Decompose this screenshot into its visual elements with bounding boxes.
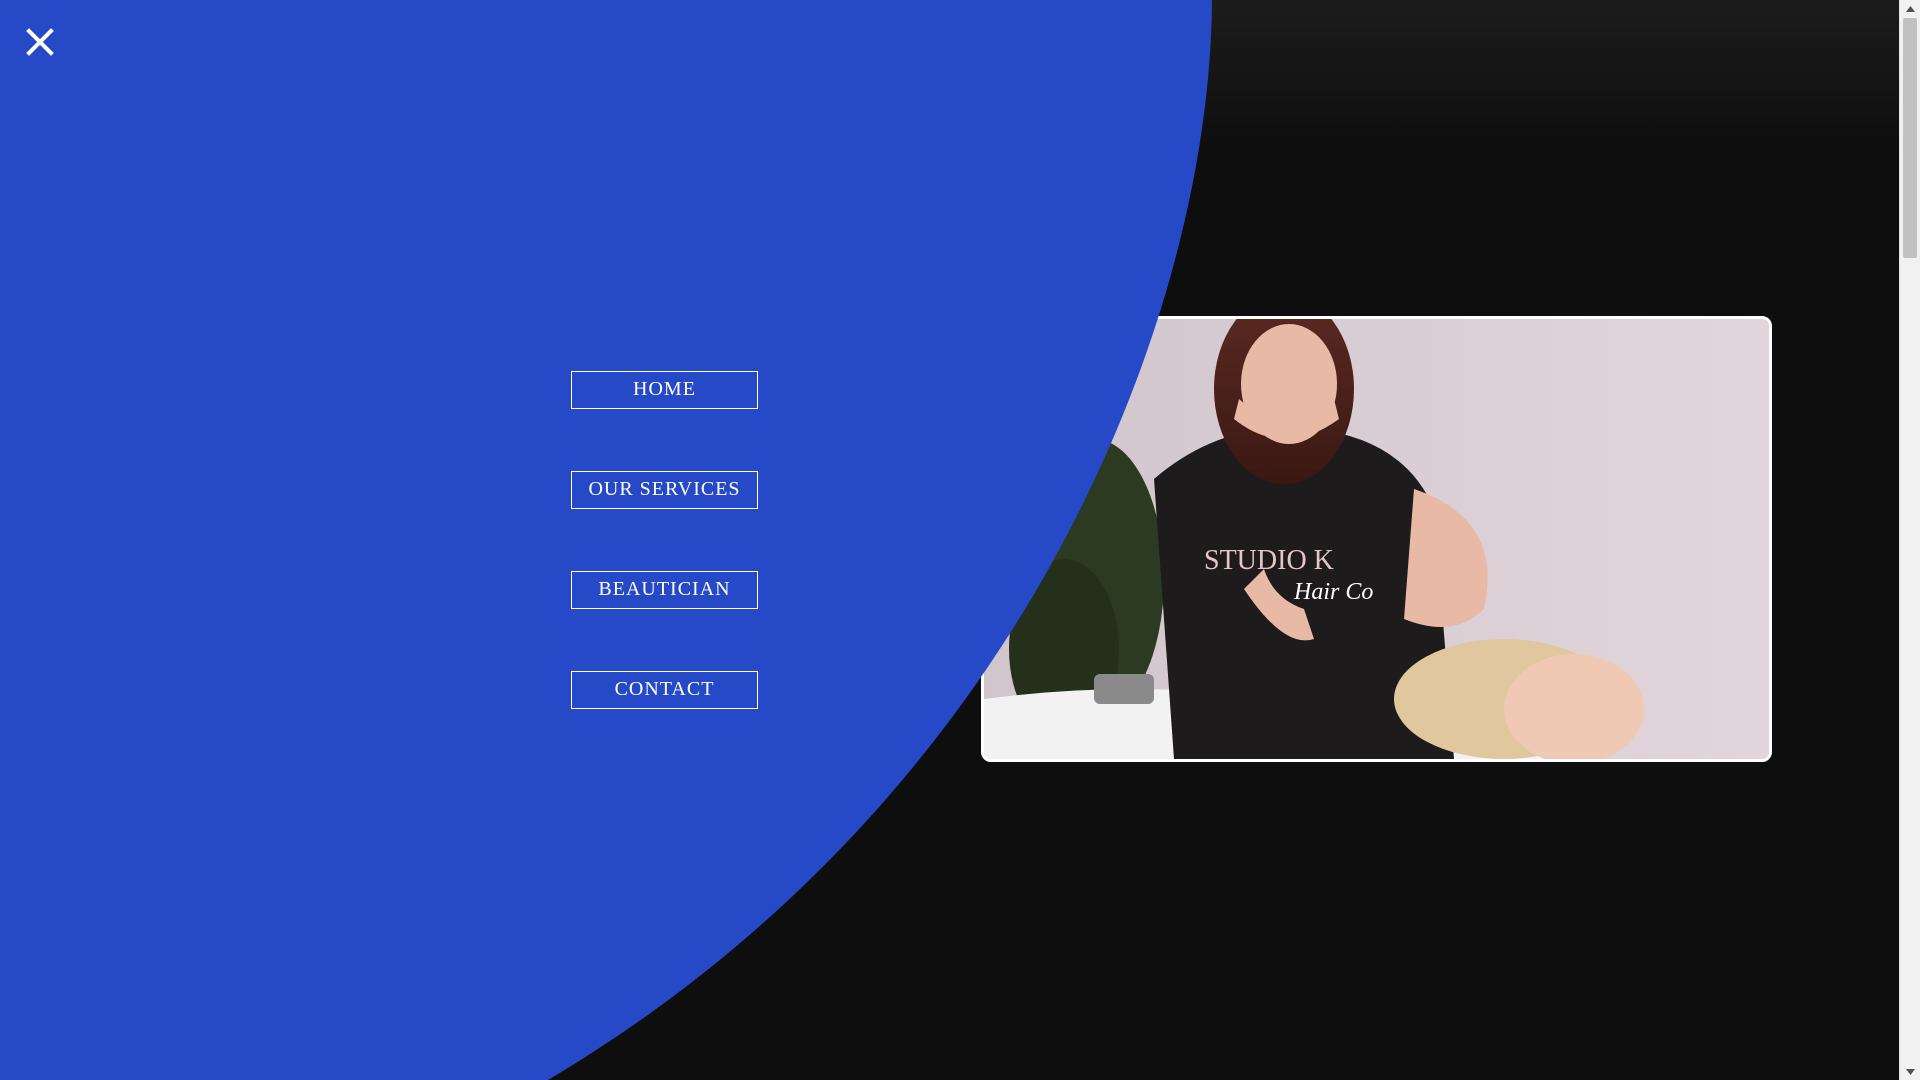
page: STUDIO K Hair Co HOME OUR SERVICES BEAUT…	[0, 0, 1920, 1080]
nav-item-our-services[interactable]: OUR SERVICES	[571, 471, 758, 509]
close-menu-button[interactable]	[20, 22, 60, 62]
scroll-up-arrow-icon[interactable]	[1900, 0, 1920, 17]
salon-photo: STUDIO K Hair Co	[984, 319, 1769, 759]
scroll-thumb[interactable]	[1903, 18, 1917, 258]
main-nav: HOME OUR SERVICES BEAUTICIAN CONTACT	[571, 371, 758, 771]
close-icon	[26, 28, 54, 56]
nav-item-beautician[interactable]: BEAUTICIAN	[571, 571, 758, 609]
scroll-down-arrow-icon[interactable]	[1900, 1063, 1920, 1080]
shirt-text-hairco: Hair Co	[1293, 579, 1373, 605]
vertical-scrollbar[interactable]	[1899, 0, 1920, 1080]
hero-video[interactable]: STUDIO K Hair Co	[981, 316, 1772, 762]
nav-item-home[interactable]: HOME	[571, 371, 758, 409]
shirt-text-studio: STUDIO K	[1204, 545, 1334, 576]
nav-item-contact[interactable]: CONTACT	[571, 671, 758, 709]
